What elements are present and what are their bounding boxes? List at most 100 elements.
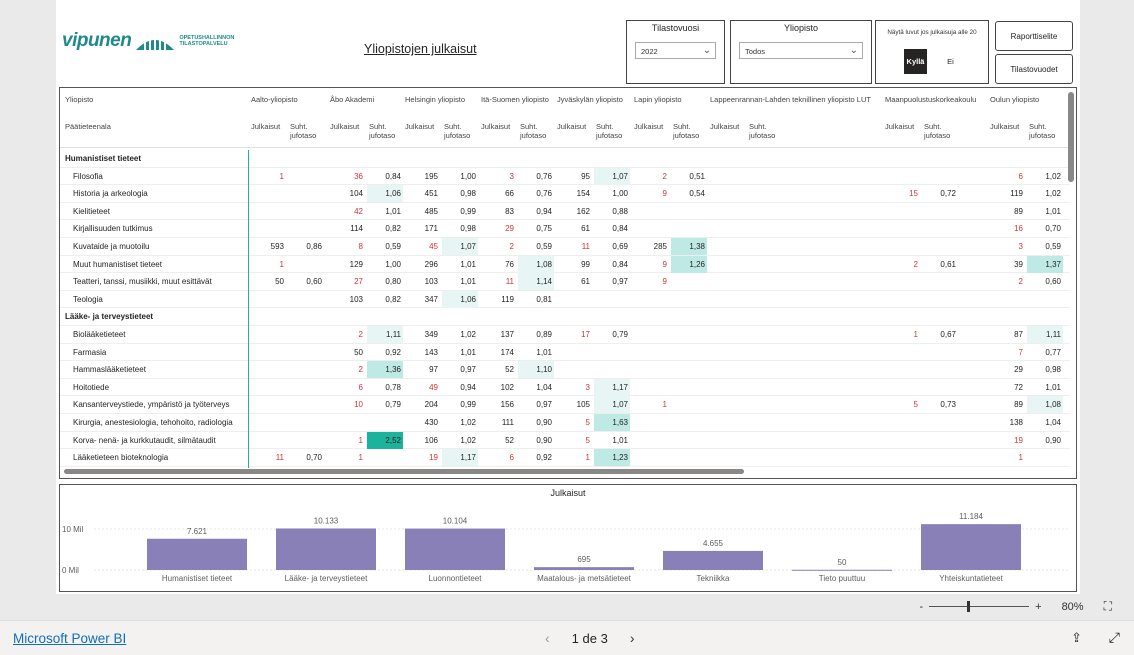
report-description-button[interactable]: Raporttiselite (995, 21, 1073, 51)
toggle-yes-button[interactable]: Kyllä (904, 49, 927, 74)
fullscreen-icon[interactable]: ⤢ (1109, 629, 1120, 646)
jufo-value: 0,92 (385, 347, 401, 357)
jufo-value: 1,02 (460, 435, 476, 445)
jufo-value: 0,98 (1045, 365, 1061, 375)
prev-page-icon[interactable]: ‹ (545, 630, 550, 646)
published-value: 2 (662, 171, 667, 181)
published-value: 451 (424, 189, 438, 199)
category-label: Tieto puuttuu (819, 574, 865, 583)
zoom-out-button[interactable]: - (919, 601, 923, 613)
zoom-in-button[interactable]: + (1035, 601, 1041, 613)
jufo-value: 1,07 (612, 171, 628, 181)
jufo-value: 1,08 (536, 259, 552, 269)
published-value: 1 (662, 400, 667, 410)
published-value: 11 (275, 453, 284, 463)
published-column-header[interactable]: Julkaisut (481, 122, 510, 131)
published-value: 1 (358, 453, 363, 463)
jufo-value: 1,36 (385, 365, 401, 375)
year-slicer: Tilastovuosi 2022 ⌄ (626, 20, 725, 84)
jufo-column-header[interactable]: Suht. jufotaso (673, 122, 703, 140)
jufo-value: 0,51 (689, 171, 705, 181)
zoom-slider[interactable] (929, 601, 1030, 612)
toggle-no-button[interactable]: Ei (939, 49, 962, 74)
published-value: 50 (354, 347, 363, 357)
published-value: 2 (358, 365, 363, 375)
publications-matrix[interactable]: Yliopisto Päätieteenala Aalto-yliopisto Jul… (59, 87, 1077, 479)
published-column-header[interactable]: Julkaisut (990, 122, 1019, 131)
table-row: Kansanterveystiede, ympäristö ja työterv… (60, 396, 1070, 414)
published-value: 1 (279, 171, 284, 181)
table-row: Teatteri, tanssi, musiikki, muut esittäv… (60, 273, 1070, 291)
published-column-header[interactable]: Julkaisut (710, 122, 739, 131)
published-value: 49 (429, 382, 438, 392)
published-column-header[interactable]: Julkaisut (330, 122, 359, 131)
next-page-icon[interactable]: › (630, 630, 635, 646)
jufo-value: 1,63 (612, 418, 628, 427)
university-column-header[interactable]: Maanpuolustuskorkeakoulu (885, 95, 976, 104)
published-column-header[interactable]: Julkaisut (251, 122, 280, 131)
published-value: 114 (350, 224, 363, 234)
power-bi-link[interactable]: Microsoft Power BI (13, 631, 126, 646)
jufo-value: 1,23 (612, 453, 628, 463)
field-label: Historia ja arkeologia (73, 189, 148, 199)
university-column-header[interactable]: Aalto-yliopisto (251, 95, 321, 104)
university-column-header[interactable]: Itä-Suomen yliopisto (481, 95, 551, 104)
university-column-header[interactable]: Åbo Akademi (330, 95, 400, 104)
jufo-column-header[interactable]: Suht. jufotaso (596, 122, 626, 140)
published-value: 27 (354, 277, 363, 287)
published-column-header[interactable]: Julkaisut (885, 122, 914, 131)
university-dropdown[interactable]: Todos ⌄ (739, 42, 863, 59)
table-row: Muut humanistiset tieteet 1 129 1,00 296 1,01… (60, 255, 1070, 274)
share-icon[interactable]: ⇪ (1071, 630, 1082, 646)
jufo-value: 0,94 (460, 382, 476, 392)
university-column-header[interactable]: Lappeenrannan-Lahden teknillinen yliopis… (710, 95, 885, 104)
published-value: 76 (505, 259, 514, 269)
jufo-column-header[interactable]: Suht. jufotaso (924, 122, 954, 140)
vertical-scrollbar[interactable] (1068, 92, 1074, 182)
table-row: Hoitotiede 6 0,78 49 0,94 102 1,04 3 1,17 72 1,01 (60, 378, 1070, 397)
zoom-thumb[interactable] (967, 601, 971, 612)
table-row: Kuvataide ja muotoilu 593 0,86 8 0,59 45 1,07 2… (60, 238, 1070, 256)
report-title[interactable]: Yliopistojen julkaisut (364, 42, 477, 56)
published-value: 3 (509, 171, 514, 181)
jufo-value: 0,89 (536, 330, 552, 339)
published-column-header[interactable]: Julkaisut (405, 122, 434, 131)
published-value: 156 (500, 400, 514, 410)
jufo-column-header[interactable]: Suht. jufotaso (749, 122, 779, 140)
jufo-value: 1,00 (612, 189, 628, 199)
matrix-header: Yliopisto Päätieteenala Aalto-yliopisto Jul… (60, 88, 1070, 148)
jufo-column-header[interactable]: Suht. jufotaso (1029, 122, 1059, 140)
jufo-value: 0,78 (385, 382, 401, 392)
jufo-value: 0,70 (306, 453, 322, 463)
field-label: Lääketieteen bioteknologia (73, 453, 169, 463)
published-value: 154 (576, 189, 590, 199)
published-value: 1 (585, 453, 590, 463)
jufo-column-header[interactable]: Suht. jufotaso (520, 122, 550, 140)
university-column-header[interactable]: Lapin yliopisto (634, 95, 704, 104)
university-column-header[interactable]: Jyväskylän yliopisto (557, 95, 627, 104)
published-value: 104 (349, 189, 363, 199)
horizontal-scrollbar[interactable] (64, 469, 744, 474)
jufo-value: 0,97 (536, 400, 552, 410)
published-value: 8 (358, 242, 363, 251)
publications-bar-chart: Julkaisut 0 Mil 10 Mil 7.621 Humanistiset ti… (59, 484, 1077, 592)
jufo-value: 0,77 (1045, 347, 1061, 357)
published-value: 285 (653, 242, 667, 251)
jufo-value: 0,82 (385, 294, 401, 304)
jufo-column-header[interactable]: Suht. jufotaso (444, 122, 474, 140)
jufo-column-header[interactable]: Suht. jufotaso (369, 122, 399, 140)
published-value: 5 (913, 400, 918, 410)
published-value: 171 (424, 224, 438, 234)
statistics-years-button[interactable]: Tilastovuodet (995, 54, 1073, 84)
published-column-header[interactable]: Julkaisut (634, 122, 663, 131)
published-value: 1 (1018, 453, 1023, 463)
year-dropdown[interactable]: 2022 ⌄ (635, 42, 716, 59)
jufo-value: 0,92 (536, 453, 552, 463)
fit-to-page-icon[interactable]: ⛶ (1104, 599, 1112, 614)
bar (663, 550, 763, 570)
jufo-value: 0,59 (536, 242, 552, 251)
jufo-column-header[interactable]: Suht. jufotaso (290, 122, 320, 140)
university-column-header[interactable]: Helsingin yliopisto (405, 95, 475, 104)
published-column-header[interactable]: Julkaisut (557, 122, 586, 131)
university-column-header[interactable]: Oulun yliopisto (990, 95, 1060, 104)
